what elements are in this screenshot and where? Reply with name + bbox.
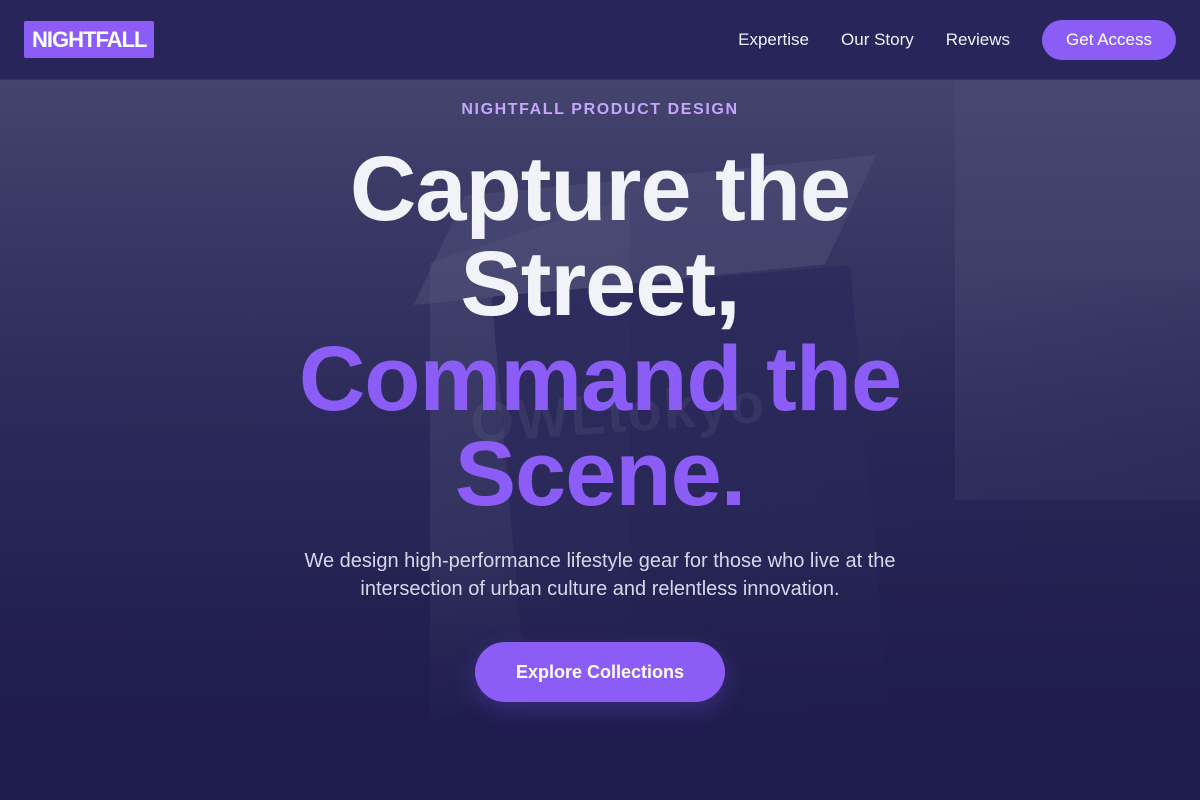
main-nav: Expertise Our Story Reviews Get Access [738, 19, 1176, 60]
hero-section: NIGHTFALL PRODUCT DESIGN Capture the Str… [0, 80, 1200, 800]
get-access-button[interactable]: Get Access [1042, 19, 1176, 60]
hero-subtitle: We design high-performance lifestyle gea… [304, 550, 896, 600]
brand-logo[interactable]: NIGHTFALL [24, 21, 155, 58]
hero-eyebrow: NIGHTFALL PRODUCT DESIGN [461, 101, 739, 118]
nav-link-reviews[interactable]: Reviews [946, 30, 1010, 50]
hero-headline: Capture the Street, Command the Scene. [0, 142, 1200, 522]
headline-line-1: Capture the [349, 138, 851, 240]
headline-line-2: Street, [460, 233, 740, 335]
site-header: NIGHTFALL Expertise Our Story Reviews Ge… [0, 0, 1200, 80]
headline-line-4: Scene. [454, 423, 747, 525]
nav-link-our-story[interactable]: Our Story [841, 30, 914, 50]
explore-collections-button[interactable]: Explore Collections [475, 642, 725, 702]
page: OWLtokyo NIGHTFALL Expertise Our Story R… [0, 0, 1200, 800]
headline-line-3: Command the [298, 328, 902, 430]
nav-link-expertise[interactable]: Expertise [738, 30, 809, 50]
